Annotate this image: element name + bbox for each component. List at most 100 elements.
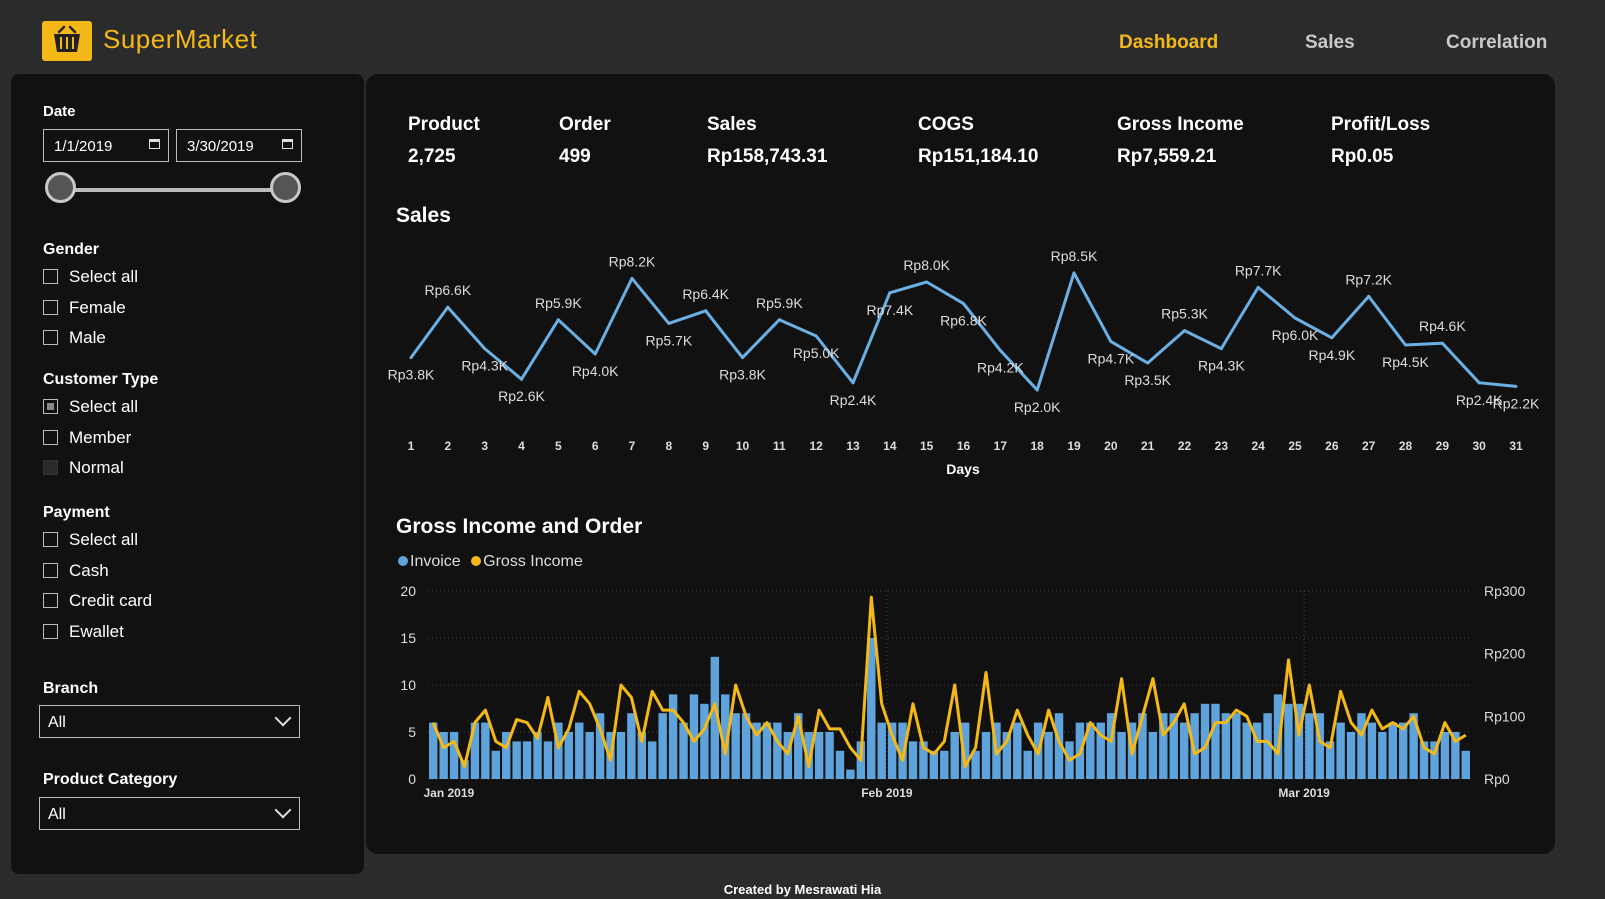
sales-data-point bbox=[667, 321, 671, 325]
branch-dropdown[interactable]: All bbox=[39, 705, 300, 738]
sales-data-point bbox=[1330, 336, 1334, 340]
right-axis-tick-label: Rp200 bbox=[1484, 646, 1525, 662]
invoice-bar bbox=[512, 741, 521, 779]
sales-data-label: Rp4.9K bbox=[1308, 347, 1355, 363]
gross-income-order-chart: 20 15 10 5 0 Rp300 Rp200 Rp100 Rp0 Jan 2019 Feb 20… bbox=[400, 583, 1525, 800]
sales-data-label: Rp8.0K bbox=[903, 257, 950, 273]
invoice-bar bbox=[679, 722, 688, 779]
chevron-down-icon[interactable] bbox=[274, 801, 292, 819]
checkbox[interactable] bbox=[43, 269, 58, 284]
day-tick-label: 8 bbox=[665, 439, 672, 453]
checkbox[interactable] bbox=[43, 532, 58, 547]
sales-data-point bbox=[1219, 347, 1223, 351]
checkbox[interactable] bbox=[43, 300, 58, 315]
sales-data-point bbox=[1404, 343, 1407, 347]
start-date-input[interactable]: 1/1/2019 bbox=[43, 129, 169, 162]
legend-invoice[interactable]: Invoice bbox=[410, 553, 461, 570]
sales-data-label: Rp3.8K bbox=[388, 367, 435, 383]
sales-data-point bbox=[851, 381, 855, 385]
checkbox[interactable] bbox=[43, 430, 58, 445]
day-tick-label: 2 bbox=[444, 439, 451, 453]
kpi-gross-income-label: Gross Income bbox=[1117, 114, 1244, 135]
invoice-bar bbox=[616, 732, 626, 779]
left-axis-tick-label: 10 bbox=[400, 677, 416, 693]
sales-data-label: Rp4.6K bbox=[1419, 318, 1466, 334]
nav-dashboard[interactable]: Dashboard bbox=[1119, 32, 1218, 54]
app-header: SuperMarket Dashboard Sales Correlation bbox=[0, 0, 1605, 74]
invoice-bar bbox=[1242, 722, 1251, 779]
day-tick-label: 7 bbox=[629, 439, 636, 453]
invoice-bar bbox=[981, 732, 991, 779]
calendar-icon[interactable] bbox=[149, 139, 160, 149]
invoice-bar bbox=[825, 732, 834, 779]
day-tick-label: 16 bbox=[957, 439, 971, 453]
invoice-bar bbox=[1378, 732, 1387, 779]
sales-data-label: Rp5.9K bbox=[535, 295, 582, 311]
day-tick-label: 12 bbox=[809, 439, 823, 453]
invoice-bar bbox=[1013, 722, 1022, 779]
invoice-bar bbox=[835, 750, 845, 779]
invoice-bar bbox=[1044, 732, 1053, 779]
sales-data-label: Rp5.0K bbox=[793, 345, 840, 361]
sales-data-label: Rp6.0K bbox=[1272, 327, 1319, 343]
invoice-bar bbox=[658, 713, 667, 779]
sales-data-point bbox=[777, 318, 781, 322]
branch-selected-value: All bbox=[48, 714, 66, 731]
date-slider-end-handle[interactable] bbox=[270, 172, 301, 203]
sales-data-point bbox=[998, 348, 1002, 352]
sales-data-label: Rp5.3K bbox=[1161, 306, 1208, 322]
invoice-bar bbox=[648, 741, 657, 779]
end-date-input[interactable]: 3/30/2019 bbox=[176, 129, 302, 162]
nav-correlation[interactable]: Correlation bbox=[1446, 32, 1547, 54]
kpi-sales-value: Rp158,743.31 bbox=[707, 146, 828, 167]
invoice-bar bbox=[1440, 732, 1450, 779]
sales-data-label: Rp4.0K bbox=[572, 363, 619, 379]
checkbox[interactable] bbox=[43, 460, 58, 475]
sales-data-point bbox=[1367, 294, 1371, 298]
chevron-down-icon[interactable] bbox=[274, 709, 292, 727]
invoice-bar bbox=[1388, 722, 1397, 779]
invoice-bar bbox=[1367, 722, 1377, 779]
invoice-bar bbox=[950, 732, 959, 779]
sales-data-point bbox=[1109, 339, 1113, 343]
sales-data-label: Rp2.2K bbox=[1493, 395, 1540, 411]
product-category-selected-value: All bbox=[48, 806, 66, 823]
checkbox[interactable] bbox=[43, 624, 58, 639]
sales-data-point bbox=[593, 352, 597, 356]
x-axis-title: Days bbox=[946, 461, 980, 477]
legend-gross-income[interactable]: Gross Income bbox=[483, 553, 583, 570]
x-axis-tick-label: Jan 2019 bbox=[424, 786, 475, 800]
sales-data-point bbox=[888, 291, 892, 295]
sales-data-label: Rp3.8K bbox=[719, 367, 766, 383]
checkbox[interactable] bbox=[43, 399, 58, 414]
invoice-bar bbox=[1398, 722, 1408, 779]
invoice-bar bbox=[564, 732, 574, 779]
day-tick-label: 15 bbox=[920, 439, 934, 453]
day-tick-label: 25 bbox=[1288, 439, 1302, 453]
gross-income-legend-dot bbox=[471, 556, 482, 566]
sales-data-label: Rp8.5K bbox=[1051, 248, 1098, 264]
calendar-icon[interactable] bbox=[282, 139, 293, 149]
product-category-dropdown[interactable]: All bbox=[39, 797, 300, 830]
date-slider-start-handle[interactable] bbox=[45, 172, 76, 203]
sales-data-point bbox=[446, 305, 450, 309]
sales-data-label: Rp6.4K bbox=[682, 286, 729, 302]
day-tick-label: 26 bbox=[1325, 439, 1339, 453]
product-category-filter-label: Product Category bbox=[43, 771, 178, 788]
date-range-slider[interactable] bbox=[61, 188, 289, 192]
sales-data-label: Rp7.7K bbox=[1235, 262, 1282, 278]
sales-data-label: Rp5.9K bbox=[756, 295, 803, 311]
sales-data-point bbox=[1072, 271, 1076, 275]
checkbox[interactable] bbox=[43, 330, 58, 345]
invoice-bar bbox=[575, 722, 584, 779]
filter-sidebar: Date 1/1/2019 3/30/2019 Gender Select al… bbox=[11, 74, 364, 874]
sales-data-label: Rp4.2K bbox=[977, 359, 1024, 375]
start-date-value: 1/1/2019 bbox=[54, 138, 113, 155]
option-label: Ewallet bbox=[69, 622, 124, 641]
checkbox[interactable] bbox=[43, 563, 58, 578]
checkbox[interactable] bbox=[43, 593, 58, 608]
nav-sales[interactable]: Sales bbox=[1305, 32, 1355, 54]
invoice-bar bbox=[762, 722, 772, 779]
day-tick-label: 5 bbox=[555, 439, 562, 453]
day-tick-label: 18 bbox=[1030, 439, 1044, 453]
